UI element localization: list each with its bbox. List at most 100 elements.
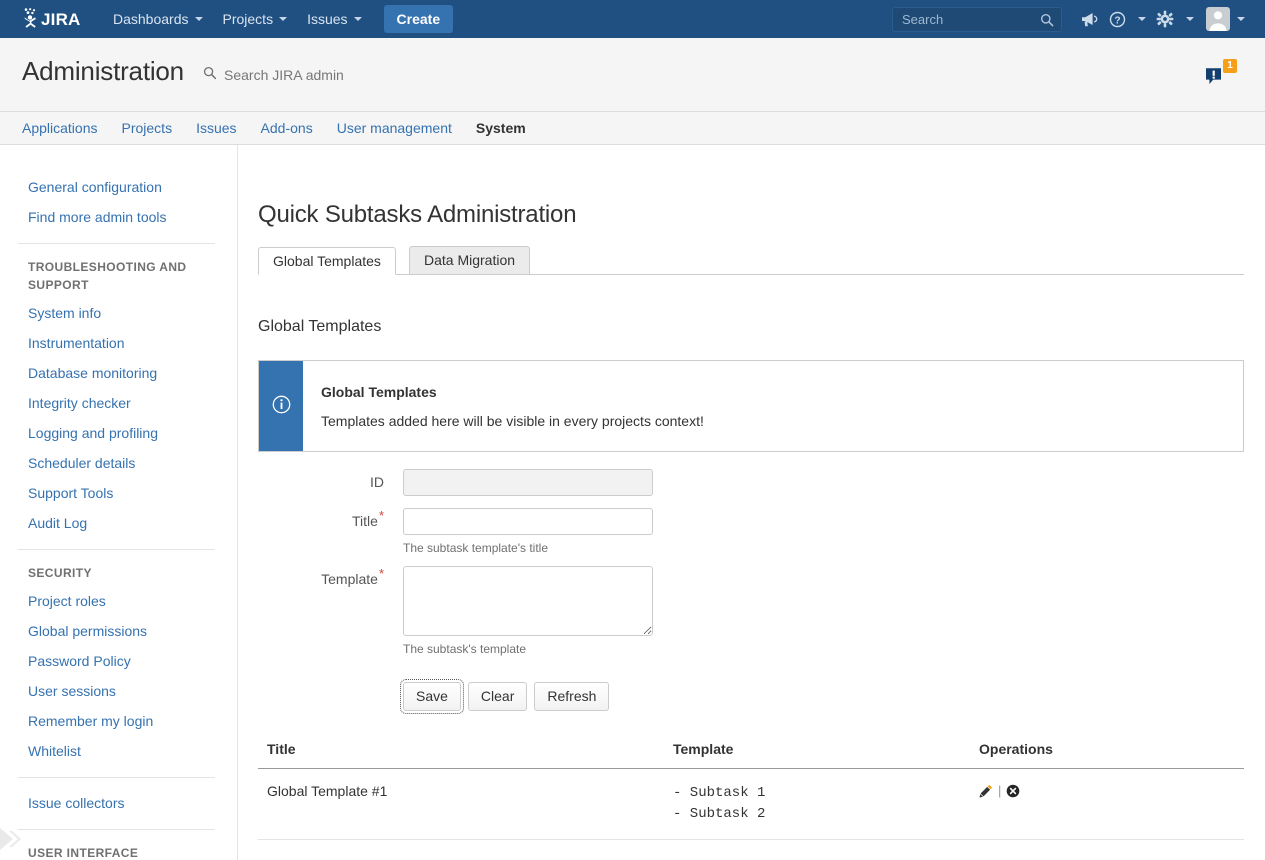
admin-sidebar: General configuration Find more admin to… (0, 145, 238, 860)
admin-search-field[interactable]: Search JIRA admin (203, 66, 344, 83)
sidebar-item-issue-collectors[interactable]: Issue collectors (0, 788, 237, 818)
content-page-title: Quick Subtasks Administration (258, 201, 1265, 229)
global-search-box[interactable] (892, 7, 1062, 32)
sidebar-item-instrumentation[interactable]: Instrumentation (0, 328, 237, 358)
nav-item-projects-label: Projects (223, 11, 274, 27)
content-tab-bar: Global Templates Data Migration (258, 247, 1244, 275)
refresh-button[interactable]: Refresh (534, 682, 609, 711)
sidebar-item-system-info[interactable]: System info (0, 298, 237, 328)
sidebar-divider (18, 829, 215, 830)
jira-logo[interactable]: JIRA (17, 0, 83, 38)
chevron-down-icon (354, 17, 362, 21)
title-field-label: Title* (239, 508, 384, 529)
subnav-item-applications[interactable]: Applications (10, 112, 110, 144)
sidebar-heading-security: SECURITY (0, 560, 237, 586)
admin-section-tabs: Applications Projects Issues Add-ons Use… (0, 112, 1265, 145)
subnav-item-add-ons[interactable]: Add-ons (249, 112, 325, 144)
svg-text:JIRA: JIRA (41, 10, 81, 29)
save-button[interactable]: Save (403, 682, 461, 711)
sidebar-collapse-chevron-right-icon[interactable] (0, 826, 26, 852)
help-icon: ? (1104, 0, 1130, 38)
form-row-title: Title* The subtask template's title (239, 508, 1265, 563)
sidebar-item-logging-and-profiling[interactable]: Logging and profiling (0, 418, 237, 448)
subnav-item-projects[interactable]: Projects (110, 112, 185, 144)
sidebar-item-audit-log[interactable]: Audit Log (0, 508, 237, 538)
chevron-down-icon (195, 17, 203, 21)
sidebar-item-find-more-admin-tools[interactable]: Find more admin tools (0, 202, 237, 232)
avatar (1206, 7, 1230, 31)
nav-item-issues[interactable]: Issues (297, 0, 371, 38)
sidebar-item-database-monitoring[interactable]: Database monitoring (0, 358, 237, 388)
sidebar-divider (18, 243, 215, 244)
id-field (403, 469, 653, 496)
table-row: Global Template #1 - Subtask 1 - Subtask… (258, 769, 1244, 840)
info-panel-title: Global Templates (321, 384, 704, 400)
template-field[interactable] (403, 566, 653, 636)
subnav-item-issues[interactable]: Issues (184, 112, 248, 144)
sidebar-item-integrity-checker[interactable]: Integrity checker (0, 388, 237, 418)
subnav-item-system[interactable]: System (464, 112, 538, 144)
sidebar-item-support-tools[interactable]: Support Tools (0, 478, 237, 508)
column-header-title: Title (258, 741, 664, 769)
chevron-down-icon (1237, 17, 1245, 21)
edit-pencil-icon[interactable] (979, 784, 993, 798)
page-title: Administration (22, 56, 184, 87)
tab-data-migration[interactable]: Data Migration (409, 246, 530, 274)
info-icon (272, 395, 291, 417)
form-row-id: ID (239, 469, 1265, 508)
title-field-description: The subtask template's title (403, 541, 653, 555)
main-content: Quick Subtasks Administration Global Tem… (239, 145, 1265, 860)
cell-template: - Subtask 1 - Subtask 2 (664, 769, 970, 840)
sidebar-heading-user-interface: USER INTERFACE (0, 840, 237, 860)
id-field-label: ID (239, 469, 384, 490)
sidebar-item-remember-my-login[interactable]: Remember my login (0, 706, 237, 736)
operations-divider: | (998, 783, 1001, 798)
title-field[interactable] (403, 508, 653, 535)
info-panel-body: Global Templates Templates added here wi… (303, 361, 704, 451)
template-form: ID Title* The subtask template's title T… (239, 469, 1265, 711)
user-profile-menu[interactable] (1200, 7, 1245, 31)
template-field-description: The subtask's template (403, 642, 653, 656)
sidebar-heading-troubleshooting: TROUBLESHOOTING AND SUPPORT (0, 254, 237, 298)
clear-button[interactable]: Clear (468, 682, 527, 711)
notifications-button[interactable]: 1 (1205, 59, 1237, 89)
nav-item-dashboards[interactable]: Dashboards (103, 0, 213, 38)
templates-table: Title Template Operations Global Templat… (258, 741, 1244, 840)
sidebar-item-scheduler-details[interactable]: Scheduler details (0, 448, 237, 478)
chevron-down-icon (279, 17, 287, 21)
sidebar-item-general-configuration[interactable]: General configuration (0, 172, 237, 202)
tab-global-templates[interactable]: Global Templates (258, 247, 396, 275)
subnav-item-user-management[interactable]: User management (325, 112, 464, 144)
nav-item-projects[interactable]: Projects (213, 0, 298, 38)
info-panel-accent-bar (259, 361, 303, 451)
nav-item-dashboards-label: Dashboards (113, 11, 189, 27)
delete-circle-x-icon[interactable] (1006, 784, 1020, 798)
help-menu[interactable]: ? (1104, 0, 1146, 38)
settings-menu[interactable] (1152, 0, 1194, 38)
search-icon (203, 66, 217, 83)
admin-search-placeholder: Search JIRA admin (224, 67, 344, 83)
top-navigation-bar: JIRA Dashboards Projects Issues Create (0, 0, 1265, 38)
cell-title: Global Template #1 (258, 769, 664, 840)
cell-operations: | (970, 769, 1244, 840)
sidebar-item-whitelist[interactable]: Whitelist (0, 736, 237, 766)
sidebar-item-password-policy[interactable]: Password Policy (0, 646, 237, 676)
chevron-down-icon (1186, 17, 1194, 21)
top-nav-right-group: ? (892, 0, 1265, 38)
template-field-label: Template* (239, 563, 384, 587)
global-search-input[interactable] (893, 8, 1061, 31)
megaphone-icon[interactable] (1076, 0, 1102, 38)
notification-count-badge: 1 (1223, 59, 1237, 73)
column-header-template: Template (664, 741, 970, 769)
sidebar-item-project-roles[interactable]: Project roles (0, 586, 237, 616)
sidebar-item-global-permissions[interactable]: Global permissions (0, 616, 237, 646)
create-button[interactable]: Create (384, 5, 454, 33)
svg-text:?: ? (1114, 15, 1120, 26)
sidebar-divider (18, 549, 215, 550)
administration-header: Administration Search JIRA admin 1 (0, 38, 1265, 112)
table-header-row: Title Template Operations (258, 741, 1244, 769)
sidebar-divider (18, 777, 215, 778)
nav-item-issues-label: Issues (307, 11, 347, 27)
settings-gear-icon (1152, 0, 1178, 38)
sidebar-item-user-sessions[interactable]: User sessions (0, 676, 237, 706)
